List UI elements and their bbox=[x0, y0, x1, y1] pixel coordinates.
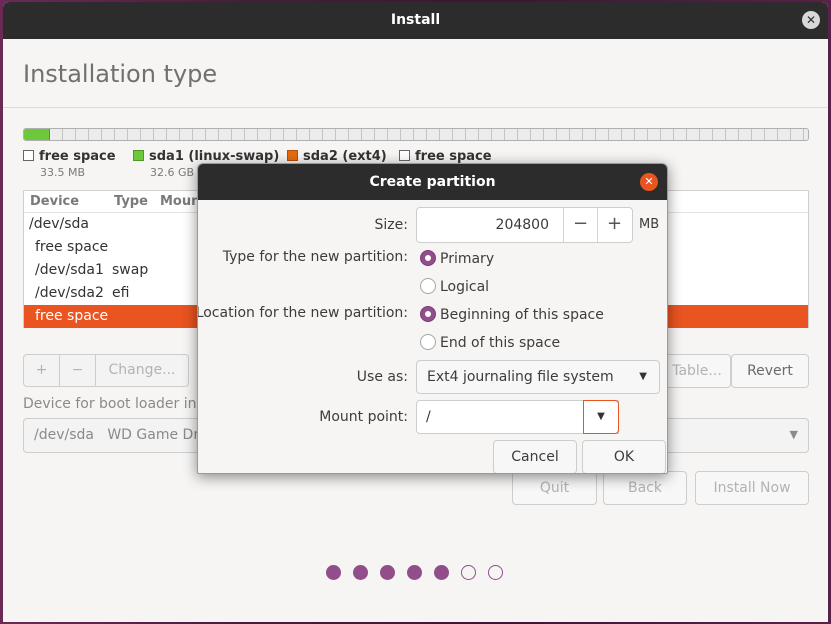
use-as-select[interactable]: Ext4 journaling file system ▼ bbox=[416, 360, 660, 394]
partition-location-label: Location for the new partition: bbox=[197, 305, 408, 321]
add-partition-button[interactable]: + bbox=[24, 355, 60, 386]
close-icon[interactable]: ✕ bbox=[802, 11, 820, 29]
radio-logical[interactable]: Logical bbox=[420, 278, 489, 295]
radio-beginning[interactable]: Beginning of this space bbox=[420, 306, 604, 323]
legend-item: sda2 (ext4) bbox=[287, 149, 387, 164]
dialog-close-icon[interactable]: ✕ bbox=[640, 173, 658, 191]
size-spinner[interactable]: 204800 − + bbox=[416, 207, 633, 243]
legend-swatch bbox=[399, 150, 410, 161]
mount-point-dropdown-icon[interactable]: ▼ bbox=[583, 400, 619, 434]
legend-item: free space bbox=[399, 149, 492, 164]
legend-item: sda1 (linux-swap) 32.6 GB bbox=[133, 149, 279, 179]
radio-checked-icon bbox=[420, 250, 436, 266]
column-mount[interactable]: Moun bbox=[160, 194, 200, 209]
legend-swatch bbox=[23, 150, 34, 161]
use-as-label: Use as: bbox=[356, 369, 408, 385]
radio-end[interactable]: End of this space bbox=[420, 334, 560, 351]
legend-swatch bbox=[133, 150, 144, 161]
boot-loader-label: Device for boot loader inst bbox=[23, 396, 210, 412]
size-label: Size: bbox=[374, 217, 408, 233]
progress-dot bbox=[407, 565, 422, 580]
remove-partition-button[interactable]: − bbox=[60, 355, 96, 386]
change-partition-button[interactable]: Change... bbox=[96, 355, 188, 386]
chevron-down-icon: ▼ bbox=[789, 428, 798, 441]
decrement-button[interactable]: − bbox=[563, 208, 597, 242]
dialog-title-bar: Create partition ✕ bbox=[198, 164, 667, 200]
new-partition-table-button[interactable]: Table... bbox=[663, 354, 731, 388]
progress-dot bbox=[488, 565, 503, 580]
column-device[interactable]: Device bbox=[30, 194, 79, 209]
back-button[interactable]: Back bbox=[603, 471, 687, 505]
install-now-button[interactable]: Install Now bbox=[695, 471, 809, 505]
radio-unchecked-icon bbox=[420, 334, 436, 350]
radio-checked-icon bbox=[420, 306, 436, 322]
divider bbox=[3, 107, 828, 108]
quit-button[interactable]: Quit bbox=[512, 471, 597, 505]
dialog-title: Create partition bbox=[369, 174, 496, 190]
column-type[interactable]: Type bbox=[114, 194, 148, 209]
window-title: Install bbox=[390, 12, 441, 28]
progress-dot bbox=[434, 565, 449, 580]
page-title: Installation type bbox=[23, 60, 218, 88]
disk-bar-swap-segment bbox=[24, 129, 50, 140]
legend-swatch bbox=[287, 150, 298, 161]
increment-button[interactable]: + bbox=[597, 208, 631, 242]
radio-primary[interactable]: Primary bbox=[420, 250, 494, 267]
chevron-down-icon: ▼ bbox=[639, 371, 647, 382]
legend-item: free space 33.5 MB bbox=[23, 149, 116, 179]
progress-dot bbox=[380, 565, 395, 580]
partition-buttons: + − Change... bbox=[23, 354, 189, 387]
revert-button[interactable]: Revert bbox=[731, 354, 809, 388]
create-partition-dialog: Create partition ✕ Size: 204800 − + MB T… bbox=[197, 163, 668, 474]
progress-dot bbox=[326, 565, 341, 580]
cancel-button[interactable]: Cancel bbox=[493, 440, 577, 473]
mount-point-label: Mount point: bbox=[319, 409, 408, 425]
disk-usage-bar bbox=[23, 128, 809, 141]
ok-button[interactable]: OK bbox=[582, 440, 666, 473]
size-input[interactable]: 204800 bbox=[417, 217, 549, 233]
progress-dot bbox=[353, 565, 368, 580]
partition-type-label: Type for the new partition: bbox=[222, 249, 408, 265]
title-bar: Install ✕ bbox=[3, 2, 828, 39]
radio-unchecked-icon bbox=[420, 278, 436, 294]
size-unit: MB bbox=[639, 217, 660, 232]
progress-dot bbox=[461, 565, 476, 580]
